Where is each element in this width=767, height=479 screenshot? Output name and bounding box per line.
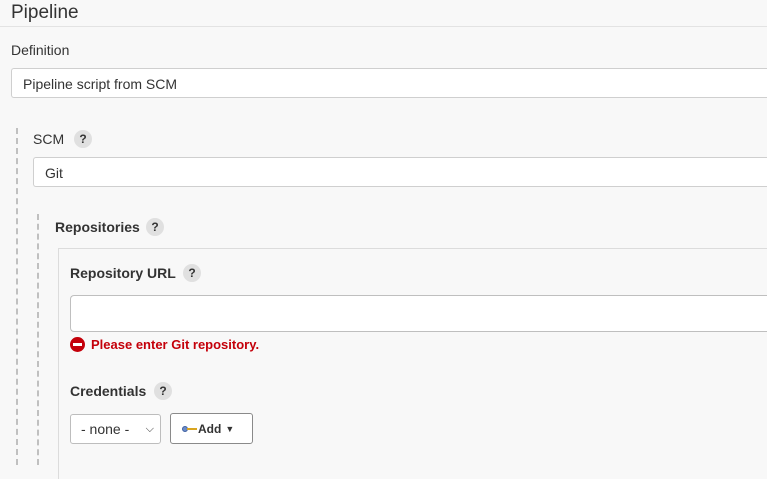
repository-panel — [58, 248, 767, 479]
repository-url-label: Repository URL — [70, 265, 176, 281]
scm-help-icon[interactable]: ? — [74, 130, 92, 148]
credentials-help-icon[interactable]: ? — [154, 382, 172, 400]
credentials-select[interactable]: - none - ⌵ — [70, 414, 161, 444]
caret-down-icon: ▼ — [225, 423, 235, 434]
credentials-label: Credentials — [70, 383, 147, 399]
repositories-label: Repositories — [55, 219, 140, 235]
scm-nesting-guide — [16, 128, 18, 465]
repository-url-input[interactable] — [70, 295, 767, 332]
key-icon — [182, 425, 197, 433]
definition-label: Definition — [11, 42, 70, 58]
add-button-label: Add — [198, 421, 222, 436]
scm-select[interactable]: Git — [33, 157, 767, 187]
section-title: Pipeline — [11, 2, 79, 23]
add-credentials-button[interactable]: Add ▼ — [170, 413, 253, 444]
error-message: Please enter Git repository. — [91, 336, 260, 352]
repositories-help-icon[interactable]: ? — [146, 218, 164, 236]
credentials-select-value: - none - — [81, 421, 130, 437]
scm-label: SCM — [33, 131, 65, 147]
repository-url-help-icon[interactable]: ? — [183, 264, 201, 282]
definition-select[interactable]: Pipeline script from SCM — [11, 68, 767, 98]
repositories-nesting-guide — [37, 214, 39, 465]
error-icon — [70, 336, 85, 352]
chevron-down-icon: ⌵ — [145, 423, 154, 435]
title-divider — [0, 26, 767, 27]
repository-url-error: Please enter Git repository. — [70, 335, 259, 353]
